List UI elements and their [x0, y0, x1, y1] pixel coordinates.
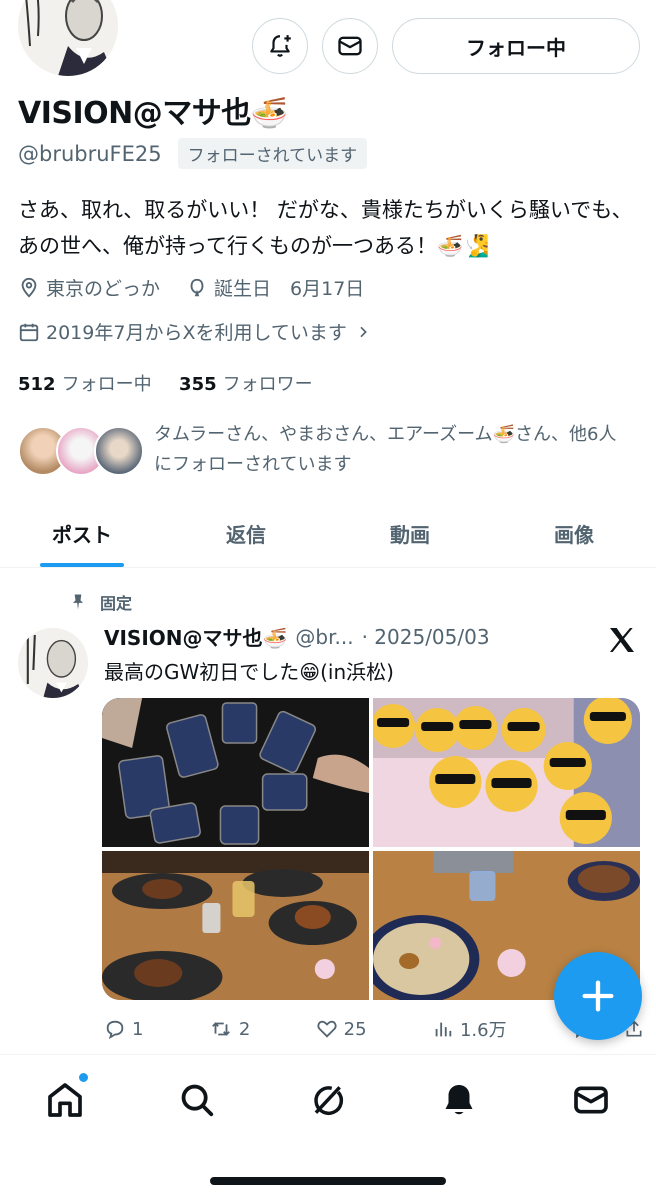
tab-videos[interactable]: 動画	[328, 500, 492, 567]
tab-images[interactable]: 画像	[492, 500, 656, 567]
chevron-right-icon	[360, 326, 367, 337]
reply-button[interactable]: 1	[104, 1016, 143, 1042]
bio: さあ、取れ、取るがいい！ だがな、貴様たちがいくら騒いでも、あの世へ、俺が持って…	[18, 198, 633, 258]
notify-button[interactable]	[252, 18, 308, 74]
avatar	[94, 426, 144, 476]
media-image[interactable]	[102, 698, 369, 847]
joined-row[interactable]: 2019年7月からXを利用しています	[18, 318, 377, 345]
followers-count: 355	[179, 374, 217, 395]
birthday: 誕生日 6月17日	[214, 278, 365, 300]
mutual-followers-text: タムラーさん、やまおさん、エアーズーム🍜さん、他6人にフォローされています	[154, 424, 617, 475]
mutual-avatars	[18, 426, 146, 488]
nav-messages[interactable]	[568, 1077, 614, 1123]
mutual-followers[interactable]: タムラーさん、やまおさん、エアーズーム🍜さん、他6人にフォローされています	[18, 420, 634, 488]
post-author-name[interactable]: VISION@マサ也🍜	[104, 622, 287, 651]
post-author-handle: @br...	[295, 624, 354, 649]
follows-you-badge: フォローされています	[177, 138, 368, 169]
repost-count: 2	[238, 1018, 251, 1040]
compose-button[interactable]	[554, 952, 642, 1040]
views-button[interactable]: 1.6万	[432, 1016, 507, 1042]
balloon-icon	[190, 278, 204, 296]
reply-count: 1	[132, 1018, 144, 1040]
nav-grok[interactable]	[304, 1077, 350, 1123]
plus-icon	[582, 980, 614, 1012]
followers-count-link[interactable]: 355 フォロワー	[179, 374, 313, 395]
pin-icon	[73, 594, 83, 610]
followers-label: フォロワー	[222, 374, 313, 395]
post-date[interactable]: · 2025/05/03	[362, 625, 490, 649]
profile-tabs: ポスト 返信 動画 画像	[0, 500, 656, 568]
calendar-icon	[19, 323, 39, 341]
envelope-icon	[574, 1086, 608, 1114]
nav-search[interactable]	[174, 1077, 220, 1123]
heart-icon	[317, 1020, 337, 1038]
analytics-icon	[435, 1022, 452, 1037]
repost-button[interactable]: 2	[209, 1016, 250, 1042]
display-name: VISION@マサ也🍜	[18, 96, 288, 131]
nav-home[interactable]	[42, 1073, 88, 1123]
post-author-avatar[interactable]	[18, 628, 88, 698]
location: 東京のどっか	[46, 278, 161, 300]
home-indicator[interactable]	[210, 1177, 446, 1185]
post-media-grid	[102, 698, 640, 1000]
home-icon	[48, 1083, 82, 1117]
grok-icon	[314, 1086, 344, 1115]
location-pin-icon	[21, 277, 37, 298]
nav-notifications[interactable]	[436, 1077, 482, 1123]
bottom-nav	[0, 1054, 656, 1200]
following-count: 512	[18, 374, 56, 395]
like-count: 25	[343, 1018, 367, 1040]
bell-plus-icon	[270, 35, 291, 57]
tab-replies[interactable]: 返信	[164, 500, 328, 567]
media-image[interactable]	[373, 698, 640, 847]
following-label: フォロー中	[61, 374, 152, 395]
message-button[interactable]	[322, 18, 378, 74]
handle: @brubruFE25	[18, 141, 162, 166]
post-text: 最高のGW初日でした😁(in浜松)	[104, 660, 394, 684]
pinned-indicator: 固定	[68, 590, 132, 614]
like-button[interactable]: 25	[316, 1016, 367, 1042]
media-image[interactable]	[102, 851, 369, 1000]
pinned-label: 固定	[100, 594, 133, 613]
repost-icon	[211, 1022, 230, 1036]
x-logo-icon	[610, 628, 634, 652]
notification-dot	[79, 1073, 88, 1082]
tab-posts[interactable]: ポスト	[0, 500, 164, 567]
search-icon	[181, 1084, 214, 1117]
bell-icon	[445, 1085, 473, 1115]
profile-avatar[interactable]	[14, 0, 122, 80]
following-count-link[interactable]: 512 フォロー中	[18, 374, 152, 395]
following-button[interactable]: フォロー中	[392, 18, 640, 74]
view-count: 1.6万	[459, 1020, 507, 1041]
post-source-x	[606, 624, 638, 660]
envelope-icon	[338, 36, 362, 56]
joined-date: 2019年7月からXを利用しています	[46, 322, 347, 344]
reply-icon	[106, 1020, 124, 1040]
